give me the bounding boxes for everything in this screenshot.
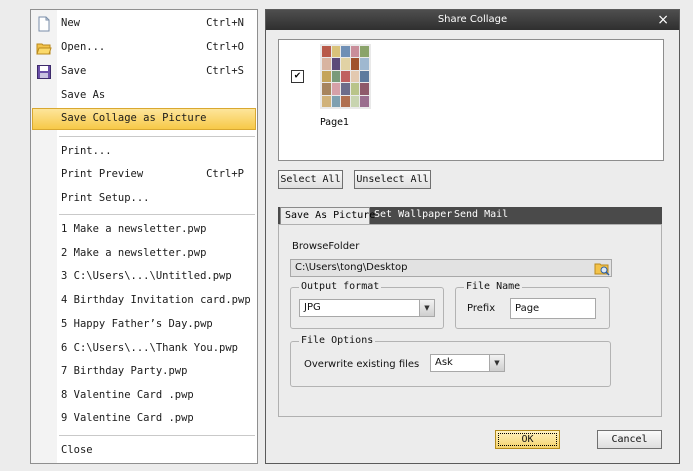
menu-item-label: Print... — [61, 145, 112, 157]
menu-item-label: 5 Happy Father’s Day.pwp — [61, 318, 213, 330]
menu-separator — [59, 136, 255, 137]
close-icon[interactable]: × — [657, 12, 669, 28]
output-format-legend: Output format — [299, 281, 382, 292]
chevron-down-icon[interactable]: ▼ — [489, 355, 504, 371]
menu-item-save-as[interactable]: Save As — [32, 85, 256, 107]
chevron-down-icon[interactable]: ▼ — [419, 300, 434, 316]
menu-item-label: Close — [61, 444, 93, 456]
output-format-select[interactable]: JPG ▼ — [299, 299, 435, 317]
open-folder-icon — [36, 43, 52, 55]
menu-item-label: Print Setup... — [61, 192, 150, 204]
recent-file-item[interactable]: 7 Birthday Party.pwp — [32, 361, 256, 383]
ok-button[interactable]: OK — [495, 430, 560, 449]
share-collage-dialog: Share Collage × ✔ Page1 Select All Unsel… — [265, 9, 680, 464]
dialog-title: Share Collage — [437, 14, 508, 25]
save-disk-icon — [37, 65, 51, 79]
dialog-titlebar[interactable]: Share Collage × — [266, 10, 679, 30]
menu-item-shortcut: Ctrl+N — [206, 17, 244, 29]
unselect-all-button[interactable]: Unselect All — [354, 170, 431, 189]
tab-set-wallpaper[interactable]: Set Wallpaper — [374, 207, 452, 224]
cancel-button[interactable]: Cancel — [597, 430, 662, 449]
menu-item-label: 9 Valentine Card .pwp — [61, 412, 194, 424]
menu-item-shortcut: Ctrl+O — [206, 41, 244, 53]
menu-separator — [59, 214, 255, 215]
save-as-picture-panel: BrowseFolder C:\Users\tong\Desktop Outpu… — [278, 224, 662, 417]
browse-folder-icon[interactable] — [594, 260, 610, 276]
tab-send-mail[interactable]: Send Mail — [454, 207, 508, 224]
menu-item-label: Save As — [61, 89, 106, 101]
menu-item-label: Open... — [61, 41, 106, 53]
tab-save-as-picture[interactable]: Save As Picture — [280, 207, 375, 224]
overwrite-value: Ask — [435, 357, 453, 368]
prefix-input[interactable]: Page — [510, 298, 596, 319]
page-thumbnail-list: ✔ Page1 — [278, 39, 664, 161]
page-checkbox[interactable]: ✔ — [291, 70, 304, 83]
recent-file-item[interactable]: 9 Valentine Card .pwp — [32, 408, 256, 430]
menu-item-save[interactable]: Save Ctrl+S — [32, 61, 256, 83]
recent-file-item[interactable]: 1 Make a newsletter.pwp — [32, 219, 256, 241]
menu-item-label: Save — [61, 65, 87, 77]
folder-path-field[interactable]: C:\Users\tong\Desktop — [290, 259, 612, 277]
tab-bar: Save As Picture Set Wallpaper Send Mail — [278, 207, 662, 224]
recent-file-item[interactable]: 5 Happy Father’s Day.pwp — [32, 314, 256, 336]
menu-item-print-preview[interactable]: Print Preview Ctrl+P — [32, 164, 256, 186]
menu-item-open[interactable]: Open... Ctrl+O — [32, 37, 256, 59]
menu-item-label: 2 Make a newsletter.pwp — [61, 247, 207, 259]
recent-file-item[interactable]: 4 Birthday Invitation card.pwp — [32, 290, 256, 312]
menu-item-label: 3 C:\Users\...\Untitled.pwp — [61, 270, 232, 282]
recent-file-item[interactable]: 6 C:\Users\...\Thank You.pwp — [32, 338, 256, 360]
menu-item-print[interactable]: Print... — [32, 141, 256, 163]
menu-item-label: 1 Make a newsletter.pwp — [61, 223, 207, 235]
menu-item-shortcut: Ctrl+S — [206, 65, 244, 77]
menu-item-shortcut: Ctrl+P — [206, 168, 244, 180]
menu-item-new[interactable]: New Ctrl+N — [32, 13, 256, 35]
menu-item-label: New — [61, 17, 80, 29]
menu-item-save-collage-as-picture[interactable]: Save Collage as Picture — [32, 108, 256, 130]
browse-folder-label: BrowseFolder — [292, 241, 360, 252]
new-document-icon — [38, 16, 50, 32]
overwrite-label: Overwrite existing files — [304, 359, 420, 370]
file-name-group: File Name Prefix Page — [455, 281, 610, 329]
file-menu: New Ctrl+N Open... Ctrl+O Save Ctrl+S Sa… — [30, 9, 258, 464]
page-thumbnail[interactable] — [320, 44, 371, 109]
output-format-value: JPG — [304, 302, 321, 313]
file-options-group: File Options Overwrite existing files As… — [290, 335, 611, 387]
overwrite-select[interactable]: Ask ▼ — [430, 354, 505, 372]
menu-item-label: Print Preview — [61, 168, 144, 180]
file-name-legend: File Name — [464, 281, 523, 292]
menu-item-label: 4 Birthday Invitation card.pwp — [61, 294, 251, 306]
recent-file-item[interactable]: 8 Valentine Card .pwp — [32, 385, 256, 407]
menu-item-label: 8 Valentine Card .pwp — [61, 389, 194, 401]
menu-item-print-setup[interactable]: Print Setup... — [32, 188, 256, 210]
prefix-label: Prefix — [467, 303, 496, 314]
page-label: Page1 — [320, 117, 350, 128]
menu-item-close[interactable]: Close — [32, 440, 256, 462]
file-options-legend: File Options — [299, 335, 376, 346]
menu-separator — [59, 435, 255, 436]
select-all-button[interactable]: Select All — [278, 170, 343, 189]
output-format-group: Output format JPG ▼ — [290, 281, 444, 329]
menu-item-label: Save Collage as Picture — [61, 112, 207, 124]
recent-file-item[interactable]: 3 C:\Users\...\Untitled.pwp — [32, 266, 256, 288]
recent-file-item[interactable]: 2 Make a newsletter.pwp — [32, 243, 256, 265]
menu-item-label: 6 C:\Users\...\Thank You.pwp — [61, 342, 239, 354]
menu-item-label: 7 Birthday Party.pwp — [61, 365, 188, 377]
